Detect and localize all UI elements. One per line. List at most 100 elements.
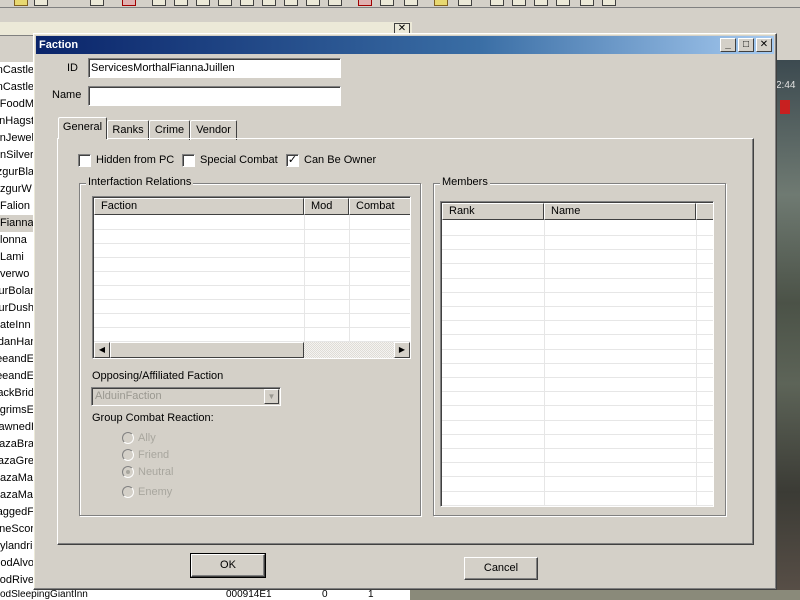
list-item[interactable]: urBolar <box>0 283 34 300</box>
list-item[interactable]: nFoodM <box>0 96 34 113</box>
list-item[interactable]: nSilver <box>0 147 34 164</box>
list-item[interactable]: nHagst <box>0 113 34 130</box>
minimize-icon[interactable]: _ <box>720 38 736 52</box>
object-list-bottom-row[interactable]: odSleepingGiantInn 000914E1 0 1 <box>0 590 410 600</box>
tab-crime[interactable]: Crime <box>149 120 190 140</box>
list-item[interactable]: urDush <box>0 300 34 317</box>
list-item[interactable]: Fianna <box>0 215 34 232</box>
toolbar-icon[interactable] <box>240 0 254 6</box>
list-item[interactable]: oodRive <box>0 572 34 589</box>
reaction-ally-radio[interactable]: Ally <box>122 432 202 446</box>
scroll-thumb[interactable] <box>110 342 304 358</box>
radio-circle <box>122 449 134 461</box>
list-item[interactable]: neScor <box>0 521 34 538</box>
toolbar-icon[interactable] <box>358 0 372 6</box>
list-item[interactable]: danHar <box>0 334 34 351</box>
list-item[interactable]: nCastle <box>0 79 34 96</box>
toolbar-icon[interactable] <box>380 0 394 6</box>
list-item[interactable]: verwo <box>0 266 34 283</box>
render-window[interactable]: 2:44 <box>776 60 800 600</box>
chevron-down-icon[interactable]: ▼ <box>264 389 279 404</box>
opposing-faction-label: Opposing/Affiliated Faction <box>92 370 224 382</box>
list-item[interactable]: nJewel <box>0 130 34 147</box>
row-count: 0 <box>322 590 328 600</box>
radio-label: Neutral <box>138 466 174 478</box>
toolbar-icon[interactable] <box>90 0 104 6</box>
toolbar-icon[interactable] <box>122 0 136 6</box>
toolbar-icon[interactable] <box>196 0 210 6</box>
list-item[interactable]: ylandri <box>0 538 34 555</box>
toolbar-icon[interactable] <box>556 0 570 6</box>
list-item[interactable]: Falion <box>0 198 34 215</box>
toolbar-icon[interactable] <box>580 0 594 6</box>
special-combat-checkbox[interactable]: Special Combat <box>182 154 282 168</box>
list-item[interactable]: azaMa <box>0 470 34 487</box>
toolbar-icon[interactable] <box>404 0 418 6</box>
ok-button[interactable]: OK <box>190 553 266 578</box>
name-field[interactable] <box>88 86 341 106</box>
grid-line <box>94 285 410 286</box>
grid-line <box>94 327 410 328</box>
column-mod[interactable]: Mod <box>304 198 349 215</box>
scroll-left-icon[interactable]: ◀ <box>94 342 110 358</box>
cancel-button[interactable]: Cancel <box>464 557 538 580</box>
list-item[interactable]: nCastle <box>0 62 34 79</box>
list-item[interactable]: Lami <box>0 249 34 266</box>
toolbar-icon[interactable] <box>14 0 28 6</box>
list-item[interactable]: eeandE <box>0 368 34 385</box>
opposing-faction-select[interactable]: AlduinFaction ▼ <box>91 387 281 406</box>
toolbar-icon[interactable] <box>602 0 616 6</box>
toolbar-icon[interactable] <box>458 0 472 6</box>
toolbar-icon[interactable] <box>512 0 526 6</box>
toolbar-icon[interactable] <box>434 0 448 6</box>
list-item[interactable]: lonna <box>0 232 34 249</box>
hidden-from-pc-checkbox[interactable]: Hidden from PC <box>78 154 178 168</box>
list-item[interactable]: aggedF <box>0 504 34 521</box>
column-faction[interactable]: Faction <box>94 198 304 215</box>
list-item[interactable]: eeandE <box>0 351 34 368</box>
list-item[interactable]: zgurBla <box>0 164 34 181</box>
toolbar-icon[interactable] <box>262 0 276 6</box>
list-item[interactable]: ackBrid <box>0 385 34 402</box>
toolbar-icon[interactable] <box>328 0 342 6</box>
toolbar-icon[interactable] <box>218 0 232 6</box>
can-be-owner-checkbox[interactable]: ✓ Can Be Owner <box>286 154 386 168</box>
grid-line <box>94 299 410 300</box>
maximize-icon[interactable]: □ <box>738 38 754 52</box>
column-combat[interactable]: Combat <box>349 198 410 215</box>
tab-vendor[interactable]: Vendor <box>190 120 237 140</box>
list-item[interactable]: azaGre <box>0 453 34 470</box>
id-field[interactable]: ServicesMorthalFiannaJuillen <box>88 58 341 78</box>
tab-general[interactable]: General <box>58 117 107 139</box>
reaction-neutral-radio[interactable]: Neutral <box>122 466 202 480</box>
toolbar-icon[interactable] <box>34 0 48 6</box>
toolbar-icon[interactable] <box>152 0 166 6</box>
list-item[interactable]: awnedI <box>0 419 34 436</box>
toolbar-icon[interactable] <box>306 0 320 6</box>
toolbar-icon[interactable] <box>174 0 188 6</box>
list-item[interactable]: oodAlvo <box>0 555 34 572</box>
toolbar-icon[interactable] <box>490 0 504 6</box>
render-marker <box>780 100 790 114</box>
toolbar-icon[interactable] <box>284 0 298 6</box>
title-bar[interactable]: Faction _ □ ✕ <box>36 36 774 54</box>
reaction-friend-radio[interactable]: Friend <box>122 449 202 463</box>
scroll-right-icon[interactable]: ▶ <box>394 342 410 358</box>
reaction-enemy-radio[interactable]: Enemy <box>122 486 202 500</box>
list-item[interactable]: azaBra <box>0 436 34 453</box>
close-icon[interactable]: ✕ <box>756 38 772 52</box>
members-list[interactable]: Rank Name <box>440 201 714 507</box>
checkbox-box <box>78 154 91 167</box>
column-rank[interactable]: Rank <box>442 203 544 220</box>
tab-ranks[interactable]: Ranks <box>107 120 149 140</box>
list-item[interactable]: zgurW <box>0 181 34 198</box>
list-item[interactable]: ateInn <box>0 317 34 334</box>
toolbar-icon[interactable] <box>534 0 548 6</box>
column-name[interactable]: Name <box>544 203 696 220</box>
object-list[interactable]: nCastlenCastlenFoodMnHagstnJewelnSilverz… <box>0 62 34 600</box>
interfaction-list[interactable]: Faction Mod Combat ◀ ▶ <box>92 196 411 359</box>
list-item[interactable]: grimsE <box>0 402 34 419</box>
horizontal-scrollbar[interactable]: ◀ ▶ <box>94 342 410 358</box>
list-item[interactable]: azaMa <box>0 487 34 504</box>
scroll-track[interactable] <box>304 342 394 358</box>
